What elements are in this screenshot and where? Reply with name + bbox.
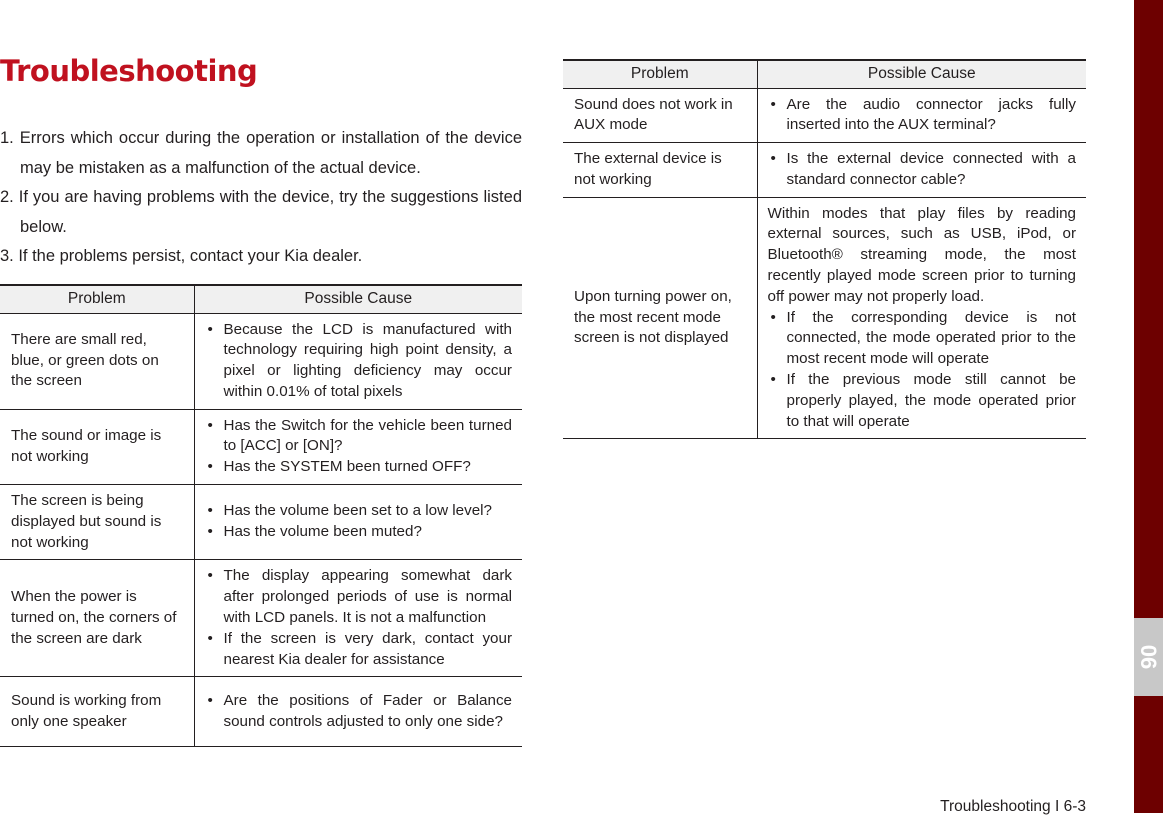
page-title: Troubleshooting [0, 54, 258, 88]
intro-item: 2. If you are having problems with the d… [0, 188, 522, 236]
cause-item: Has the SYSTEM been turned OFF? [205, 457, 513, 478]
cause-item: If the previous mode still cannot be pro… [768, 370, 1076, 432]
cause-item: Has the Switch for the vehicle been turn… [205, 416, 512, 458]
problem-cell: The screen is being displayed but sound … [0, 484, 194, 561]
cause-cell: Within modes that play files by reading … [756, 197, 1086, 440]
header-problem: Problem [0, 284, 194, 314]
cause-cell: Has the Switch for the vehicle been turn… [193, 409, 522, 486]
intro-item: 3. If the problems persist, contact your… [0, 247, 363, 265]
header-problem: Problem [563, 59, 757, 89]
problem-cell: Sound is working from only one speaker [0, 676, 194, 748]
cause-cell: Because the LCD is manufactured with tec… [193, 313, 522, 410]
cause-cell: Has the volume been set to a low level?H… [193, 484, 522, 561]
chapter-tab: 06 [1134, 618, 1163, 696]
cause-cell: Is the external device connected with a … [756, 142, 1086, 198]
cause-item: Are the positions of Fader or Balance so… [205, 691, 512, 733]
troubleshooting-table-right: Problem Possible Cause Sound does not wor… [563, 59, 1086, 440]
table-row: Sound does not work in AUX mode Are the a… [563, 88, 1086, 144]
cause-cell: Are the audio connector jacks fully inse… [756, 88, 1086, 144]
problem-cell: When the power is turned on, the corners… [0, 559, 194, 678]
cause-item: Is the external device connected with a … [768, 149, 1076, 191]
table-row: The screen is being displayed but sound … [0, 484, 522, 561]
problem-cell: There are small red, blue, or green dots… [0, 313, 194, 410]
table-row: Sound is working from only one speaker Ar… [0, 676, 522, 748]
cause-item: Are the audio connector jacks fully inse… [768, 95, 1076, 137]
page-footer: Troubleshooting I 6-3 [940, 798, 1086, 815]
cause-item: Has the volume been muted? [205, 522, 513, 543]
cause-cell: The display appearing somewhat dark afte… [193, 559, 522, 678]
header-cause: Possible Cause [756, 59, 1086, 89]
cause-item: Has the volume been set to a low level? [205, 501, 513, 522]
intro-list: 1. Errors which occur during the operati… [0, 124, 522, 272]
intro-item: 1. Errors which occur during the operati… [0, 129, 522, 177]
problem-cell: The external device is not working [563, 142, 757, 198]
problem-cell: Upon turning power on, the most recent m… [563, 197, 757, 440]
cause-item: The display appearing somewhat dark afte… [205, 566, 512, 628]
cause-intro: Within modes that play files by reading … [767, 204, 1077, 305]
cause-item: If the corresponding device is not conne… [768, 308, 1076, 370]
table-row: The external device is not working Is the… [563, 142, 1086, 198]
cause-item: If the screen is very dark, contact your… [205, 629, 512, 671]
cause-cell: Are the positions of Fader or Balance so… [193, 676, 522, 748]
problem-cell: Sound does not work in AUX mode [563, 88, 757, 144]
table-row: When the power is turned on, the corners… [0, 559, 522, 678]
cause-item: Because the LCD is manufactured with tec… [205, 320, 512, 403]
table-row: The sound or image is not working Has the… [0, 409, 522, 486]
table-row: There are small red, blue, or green dots… [0, 313, 522, 410]
troubleshooting-table-left: Problem Possible Cause There are small re… [0, 284, 522, 748]
header-cause: Possible Cause [193, 284, 522, 314]
problem-cell: The sound or image is not working [0, 409, 194, 486]
table-row: Upon turning power on, the most recent m… [563, 197, 1086, 440]
